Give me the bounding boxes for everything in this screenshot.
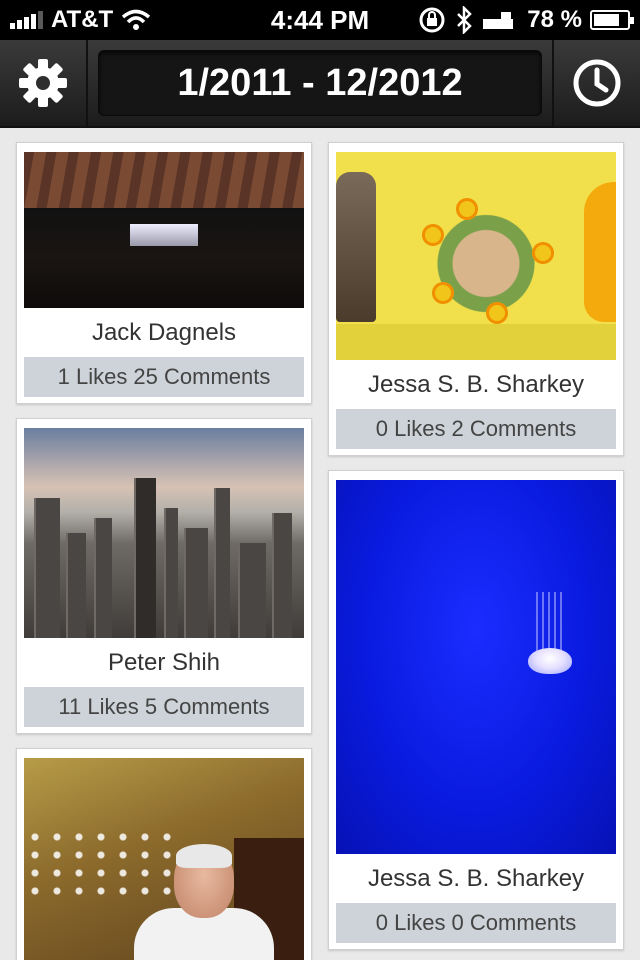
city-skyline-photo[interactable] <box>24 428 304 638</box>
author-name[interactable]: Peter Shih <box>17 649 311 677</box>
carrier-label: AT&T <box>51 6 114 33</box>
history-button[interactable] <box>552 40 640 126</box>
photo-card[interactable] <box>16 748 312 960</box>
restaurant-portrait-photo[interactable] <box>24 758 304 960</box>
flower-frame-photo[interactable] <box>336 152 616 360</box>
gear-icon <box>19 59 67 107</box>
battery-icon <box>590 10 634 30</box>
photo-card[interactable]: Jessa S. B. Sharkey 0 Likes 0 Comments <box>328 470 624 950</box>
headphone-dock-icon <box>483 12 514 29</box>
author-name[interactable]: Jessa S. B. Sharkey <box>329 865 623 893</box>
clock-icon <box>573 59 621 107</box>
rotation-lock-icon <box>419 7 445 33</box>
likes-comments-count: 0 Likes 2 Comments <box>336 409 616 449</box>
photo-card[interactable]: Peter Shih 11 Likes 5 Comments <box>16 418 312 734</box>
basketball-arena-photo[interactable] <box>24 152 304 308</box>
author-name[interactable]: Jack Dagnels <box>17 319 311 347</box>
likes-comments-count: 1 Likes 25 Comments <box>24 357 304 397</box>
status-left: AT&T <box>10 6 151 34</box>
signal-bars-icon <box>10 11 43 29</box>
likes-comments-count: 11 Likes 5 Comments <box>24 687 304 727</box>
jellyfish-photo[interactable] <box>336 480 616 854</box>
navigation-bar: 1/2011 - 12/2012 <box>0 40 640 128</box>
wifi-icon <box>122 9 151 30</box>
photo-card[interactable]: Jessa S. B. Sharkey 0 Likes 2 Comments <box>328 142 624 456</box>
bluetooth-icon <box>457 6 473 34</box>
date-range-button[interactable]: 1/2011 - 12/2012 <box>98 50 542 116</box>
photo-card[interactable]: Jack Dagnels 1 Likes 25 Comments <box>16 142 312 404</box>
battery-level <box>594 14 619 26</box>
settings-button[interactable] <box>0 40 88 126</box>
battery-percent: 78 % <box>527 6 582 33</box>
status-bar: AT&T 4:44 PM 78 % <box>0 0 640 40</box>
likes-comments-count: 0 Likes 0 Comments <box>336 903 616 943</box>
status-right: 78 % <box>417 6 634 34</box>
author-name[interactable]: Jessa S. B. Sharkey <box>329 371 623 399</box>
